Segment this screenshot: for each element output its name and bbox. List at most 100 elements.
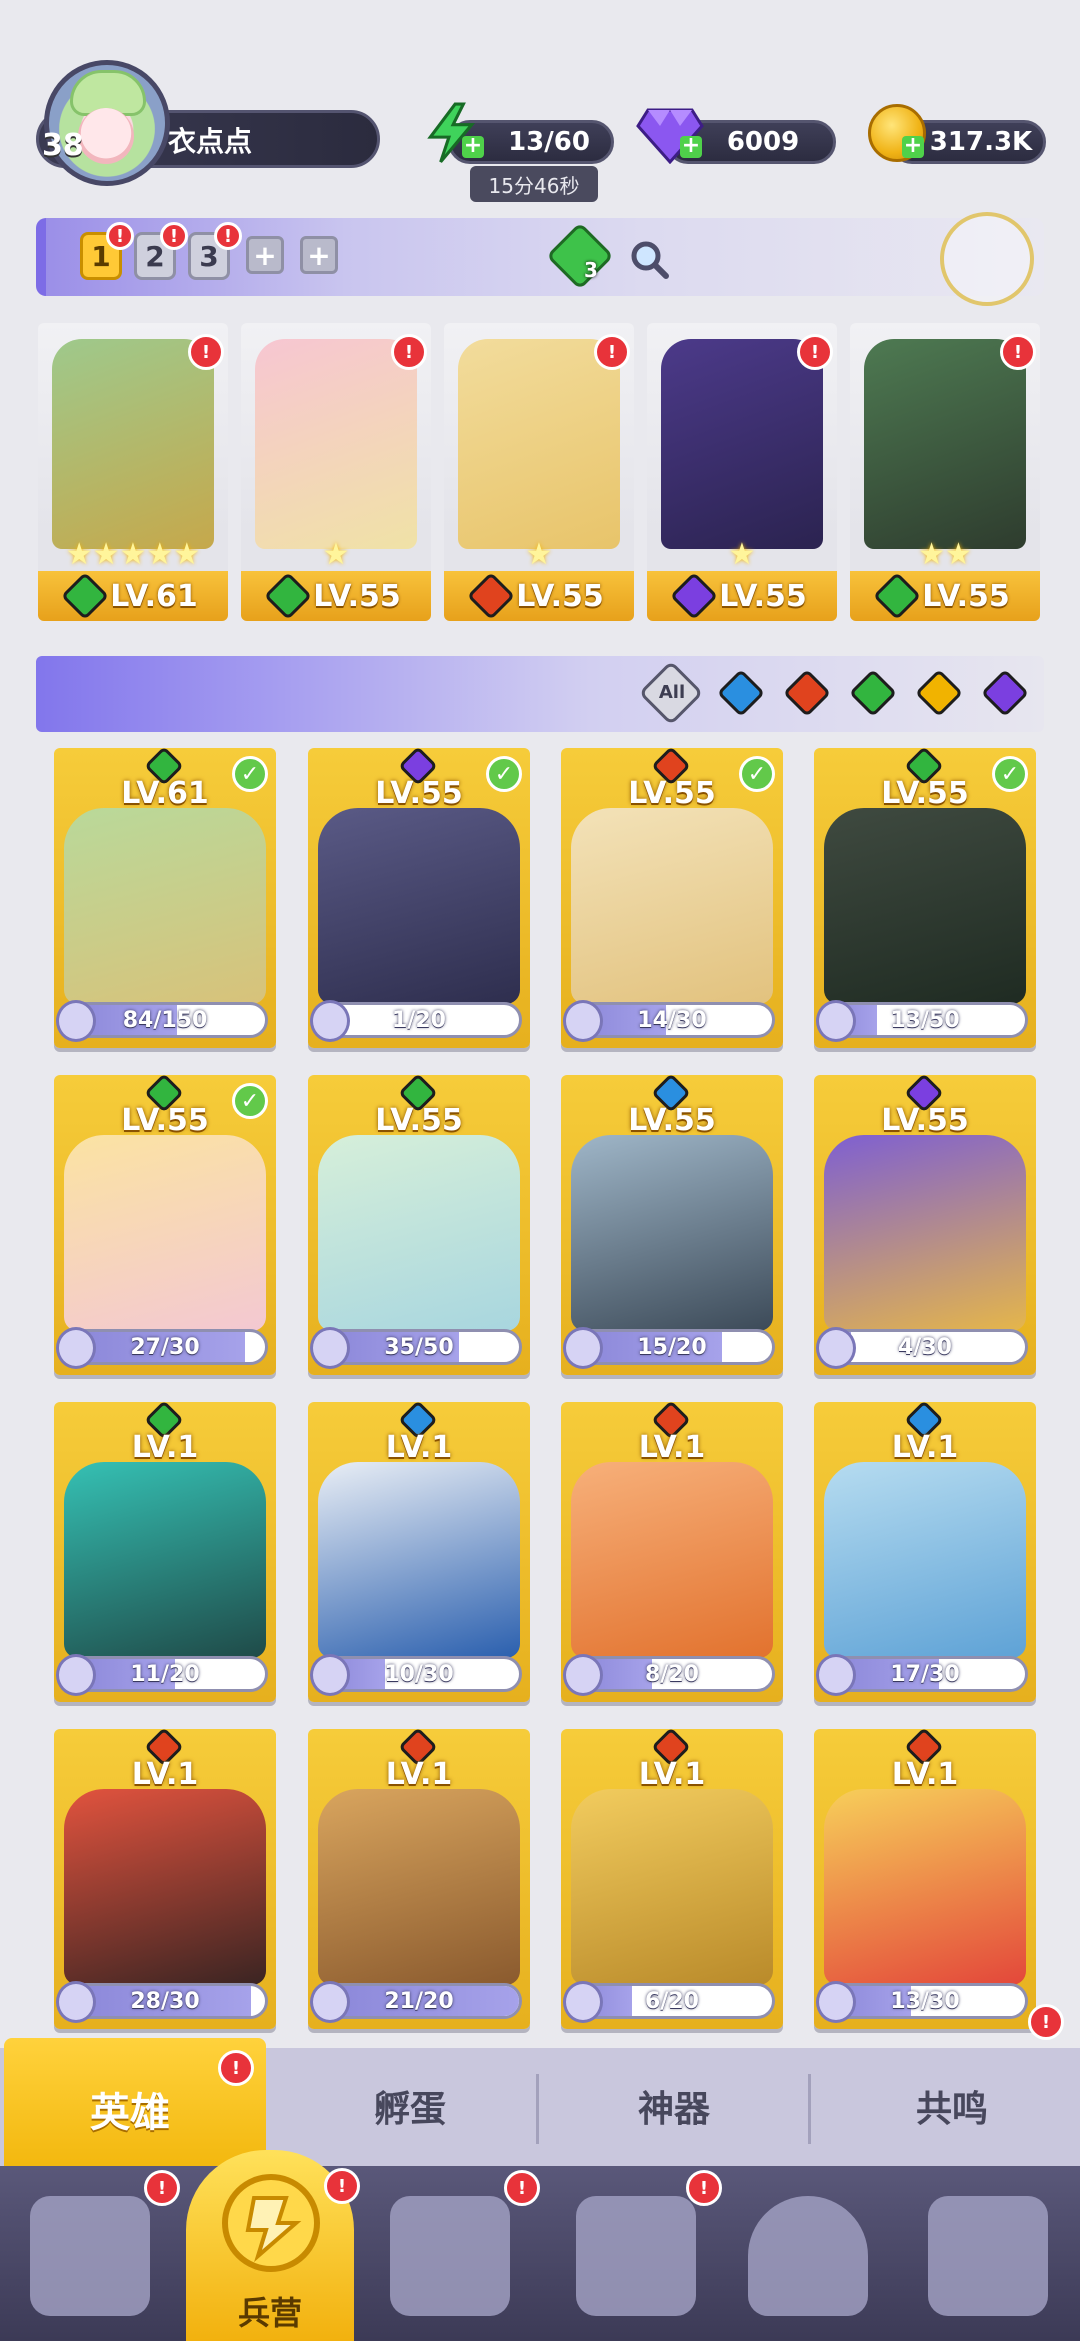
hero-card[interactable]: LV.1 10/30 xyxy=(308,1402,530,1702)
hero-level: LV.55 xyxy=(719,578,807,614)
castle-alert-icon: ! xyxy=(686,2170,722,2206)
hero-portrait xyxy=(661,339,823,549)
hero-card[interactable]: LV.55 ✓ 13/50 xyxy=(814,748,1036,1048)
hero-card[interactable]: LV.55 35/50 xyxy=(308,1075,530,1375)
hero-level: LV.1 xyxy=(131,1430,199,1465)
shard-icon xyxy=(816,1654,856,1696)
hero-level: LV.55 xyxy=(922,578,1010,614)
red-element-icon xyxy=(467,571,516,621)
player-level: 38 xyxy=(42,128,84,163)
hero-portrait xyxy=(571,1135,773,1331)
tab-resonance-alert-icon: ! xyxy=(1028,2004,1064,2040)
selected-check-icon: ✓ xyxy=(232,756,268,792)
hero-level: LV.1 xyxy=(385,1430,453,1465)
castle-icon[interactable] xyxy=(576,2196,696,2316)
green-element-icon xyxy=(264,571,313,621)
shard-icon xyxy=(816,1000,856,1042)
team-tab-1-alert-icon: ! xyxy=(106,222,134,250)
energy-plus-button[interactable]: + xyxy=(462,135,484,158)
shard-icon xyxy=(56,1000,96,1042)
tab-resonance[interactable]: 共鸣 xyxy=(916,2080,988,2132)
hero-portrait xyxy=(64,1462,266,1658)
hero-card[interactable]: LV.1 17/30 xyxy=(814,1402,1036,1702)
hero-level: LV.1 xyxy=(891,1430,959,1465)
hero-card[interactable]: LV.1 11/20 xyxy=(54,1402,276,1702)
hero-stars: ★★ xyxy=(918,537,972,572)
shard-icon xyxy=(563,1000,603,1042)
hero-level: LV.55 xyxy=(313,578,401,614)
map-icon[interactable] xyxy=(390,2196,510,2316)
hero-level-bar: LV.61 xyxy=(38,571,228,621)
hero-card[interactable]: LV.61 ✓ 84/150 xyxy=(54,748,276,1048)
hero-level-bar: LV.55 xyxy=(850,571,1040,621)
green-element-icon xyxy=(61,571,110,621)
hero-portrait xyxy=(64,1135,266,1331)
player-name: 衣点点 xyxy=(168,125,253,158)
add-team-button-1[interactable]: + xyxy=(246,236,284,274)
hero-portrait xyxy=(824,1462,1026,1658)
banner-icon[interactable] xyxy=(928,2196,1048,2316)
hero-level: LV.55 xyxy=(516,578,604,614)
shard-icon xyxy=(56,1327,96,1369)
shard-icon xyxy=(563,1981,603,2023)
green-element-icon xyxy=(873,571,922,621)
team-swap-icon[interactable] xyxy=(940,212,1034,306)
tab-artifact[interactable]: 神器 xyxy=(638,2080,710,2132)
hero-stars: ★ xyxy=(728,537,756,572)
gem-plus-button[interactable]: + xyxy=(680,135,702,158)
search-icon[interactable] xyxy=(628,238,670,280)
guild-icon[interactable] xyxy=(748,2196,868,2316)
tab-divider xyxy=(808,2074,811,2144)
hero-portrait xyxy=(571,1462,773,1658)
hero-card[interactable]: LV.55 4/30 xyxy=(814,1075,1036,1375)
barracks-alert-icon: ! xyxy=(324,2168,360,2204)
hero-level: LV.55 xyxy=(375,1103,463,1138)
tab-hatch[interactable]: 孵蛋 xyxy=(374,2080,446,2132)
shard-icon xyxy=(563,1654,603,1696)
hero-level: LV.1 xyxy=(385,1757,453,1792)
avatar-face-art xyxy=(78,108,134,164)
hero-card[interactable]: LV.1 28/30 xyxy=(54,1729,276,2029)
energy-value: 13/60 xyxy=(508,127,590,157)
selected-check-icon: ✓ xyxy=(232,1083,268,1119)
hero-level-bar: LV.55 xyxy=(444,571,634,621)
shard-icon xyxy=(56,1654,96,1696)
hero-portrait xyxy=(255,339,417,549)
coin-plus-button[interactable]: + xyxy=(902,135,924,158)
selected-check-icon: ✓ xyxy=(486,756,522,792)
hero-card[interactable]: LV.55 15/20 xyxy=(561,1075,783,1375)
shard-icon xyxy=(310,1654,350,1696)
hero-portrait xyxy=(52,339,214,549)
hero-level: LV.61 xyxy=(110,578,198,614)
shard-icon xyxy=(310,1000,350,1042)
purple-element-icon xyxy=(670,571,719,621)
hero-level-bar: LV.55 xyxy=(241,571,431,621)
hero-level: LV.55 xyxy=(628,1103,716,1138)
hero-portrait xyxy=(64,808,266,1004)
hero-level: LV.1 xyxy=(638,1757,706,1792)
map-alert-icon: ! xyxy=(504,2170,540,2206)
hero-card[interactable]: LV.55 ✓ 14/30 xyxy=(561,748,783,1048)
shard-icon xyxy=(56,1981,96,2023)
energy-timer: 15分46秒 xyxy=(470,166,598,202)
shard-icon xyxy=(563,1327,603,1369)
filter-all-label: All xyxy=(658,682,686,703)
add-team-button-2[interactable]: + xyxy=(300,236,338,274)
hero-card[interactable]: LV.1 21/20 xyxy=(308,1729,530,2029)
team-tab-2-alert-icon: ! xyxy=(160,222,188,250)
team-member-alert-icon: ! xyxy=(1000,334,1036,370)
hero-card[interactable]: LV.55 ✓ 27/30 xyxy=(54,1075,276,1375)
team-member-alert-icon: ! xyxy=(797,334,833,370)
hero-card[interactable]: LV.55 ✓ 1/20 xyxy=(308,748,530,1048)
cards-alert-icon: ! xyxy=(144,2170,180,2206)
selected-check-icon: ✓ xyxy=(739,756,775,792)
hero-card[interactable]: LV.1 13/30 xyxy=(814,1729,1036,2029)
hero-level: LV.1 xyxy=(131,1757,199,1792)
cards-icon[interactable] xyxy=(30,2196,150,2316)
hero-card[interactable]: LV.1 6/20 xyxy=(561,1729,783,2029)
hero-portrait xyxy=(318,808,520,1004)
hero-card[interactable]: LV.1 8/20 xyxy=(561,1402,783,1702)
hero-portrait xyxy=(824,1789,1026,1985)
tab-divider xyxy=(536,2074,539,2144)
team-tab-3-alert-icon: ! xyxy=(214,222,242,250)
